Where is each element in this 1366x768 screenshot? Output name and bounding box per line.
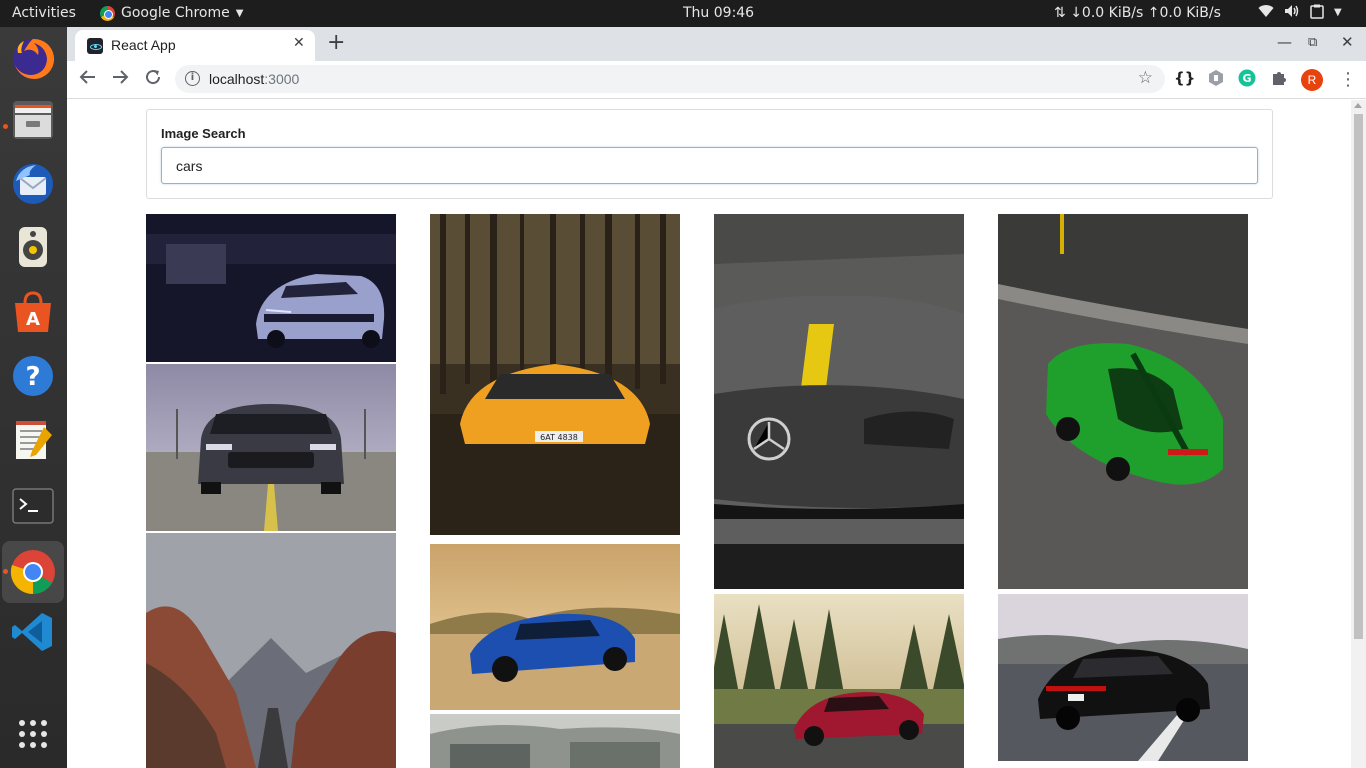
power-menu-chevron-icon: ▼: [1334, 7, 1342, 18]
car-photo-image: [146, 214, 396, 362]
text-editor-icon[interactable]: [10, 417, 56, 463]
car-photo-image: [998, 214, 1248, 589]
address-bar[interactable]: i localhost:3000 ☆: [175, 65, 1165, 93]
bookmark-star-icon[interactable]: ☆: [1138, 68, 1153, 88]
grammarly-icon[interactable]: G: [1238, 69, 1256, 91]
forward-arrow-icon[interactable]: [111, 68, 129, 91]
software-center-icon[interactable]: A: [10, 289, 56, 335]
activities-button[interactable]: Activities: [12, 5, 76, 21]
profile-avatar[interactable]: R: [1301, 69, 1323, 91]
reload-icon[interactable]: [144, 68, 162, 91]
car-photo-image: [430, 714, 680, 768]
chrome-icon: [100, 5, 115, 21]
running-indicator: [3, 124, 8, 129]
svg-text:A: A: [26, 309, 40, 330]
thunderbird-icon[interactable]: [10, 161, 56, 207]
back-arrow-icon[interactable]: [79, 68, 97, 91]
react-favicon-icon: [87, 38, 103, 54]
chrome-window: React App ✕ + — ⧉ ✕ i localhost:3000 ☆ {…: [67, 27, 1366, 768]
terminal-icon[interactable]: [10, 483, 56, 529]
url-text[interactable]: localhost:3000: [209, 71, 299, 87]
photo-card[interactable]: [998, 594, 1248, 761]
system-top-bar: Activities Google Chrome ▼ Thu 09:46 ⇅ ↓…: [0, 0, 1366, 27]
app-menu[interactable]: Google Chrome ▼: [100, 5, 243, 21]
car-photo-image: [714, 594, 964, 768]
image-search-input[interactable]: [161, 147, 1258, 184]
vscode-icon[interactable]: [10, 609, 56, 655]
car-photo-image: [714, 214, 964, 589]
ubuntu-dock: A ?: [0, 27, 67, 768]
scrollbar-thumb[interactable]: [1354, 114, 1363, 639]
photo-card[interactable]: [998, 214, 1248, 589]
hexagon-extension-icon[interactable]: [1208, 69, 1224, 91]
photo-card[interactable]: [146, 214, 396, 362]
svg-text:6AT 4838: 6AT 4838: [540, 433, 578, 442]
image-search-label: Image Search: [161, 126, 246, 141]
clipboard-icon: [1310, 4, 1324, 23]
scroll-up-arrow-icon[interactable]: [1354, 103, 1362, 108]
car-photo-image: 6AT 4838: [430, 214, 680, 535]
chrome-dock-icon[interactable]: [2, 541, 64, 603]
help-icon[interactable]: ?: [10, 353, 56, 399]
minimize-icon[interactable]: —: [1277, 33, 1292, 51]
new-tab-button[interactable]: +: [327, 30, 345, 55]
car-photo-image: [998, 594, 1248, 761]
file-manager-icon[interactable]: [10, 97, 56, 143]
car-photo-image: [430, 544, 680, 710]
svg-text:G: G: [1242, 72, 1251, 85]
svg-text:?: ?: [25, 362, 40, 392]
browser-toolbar: i localhost:3000 ☆ {} G R ⋮: [67, 61, 1366, 99]
road-canyon-image: [146, 533, 396, 768]
photo-card[interactable]: [714, 594, 964, 768]
close-tab-icon[interactable]: ✕: [293, 35, 305, 51]
page-viewport: Image Search cars 6AT 4838: [67, 100, 1351, 768]
wifi-icon: [1258, 4, 1274, 23]
tab-react-app[interactable]: React App ✕: [75, 30, 315, 61]
search-card: Image Search: [146, 109, 1273, 199]
site-info-icon[interactable]: i: [185, 71, 200, 86]
photo-card[interactable]: [430, 544, 680, 710]
system-tray[interactable]: ▼: [1258, 4, 1342, 23]
volume-icon: [1284, 4, 1300, 23]
show-apps-icon[interactable]: [10, 711, 56, 757]
photo-card[interactable]: [146, 533, 396, 768]
app-menu-label: Google Chrome: [121, 5, 230, 21]
tab-title: React App: [111, 37, 176, 53]
network-speed: ⇅ ↓0.0 KiB/s ↑0.0 KiB/s: [1054, 5, 1221, 21]
rhythmbox-icon[interactable]: [10, 224, 56, 270]
firefox-icon[interactable]: [10, 35, 56, 81]
json-extension-icon[interactable]: {}: [1174, 69, 1195, 87]
photo-card[interactable]: [430, 714, 680, 768]
photo-card[interactable]: [714, 214, 964, 589]
page-scrollbar[interactable]: [1351, 100, 1366, 768]
restore-icon[interactable]: ⧉: [1308, 35, 1317, 50]
extensions-puzzle-icon[interactable]: [1270, 69, 1288, 91]
clock[interactable]: Thu 09:46: [683, 5, 754, 21]
close-window-icon[interactable]: ✕: [1341, 33, 1354, 51]
transfer-icon: ⇅: [1054, 5, 1071, 21]
car-photo-image: [146, 364, 396, 531]
menu-kebab-icon[interactable]: ⋮: [1339, 69, 1357, 90]
photo-card[interactable]: [146, 364, 396, 531]
tab-strip: React App ✕ + — ⧉ ✕: [67, 27, 1366, 61]
photo-card[interactable]: 6AT 4838: [430, 214, 680, 535]
running-indicator: [3, 569, 8, 574]
chevron-down-icon: ▼: [235, 7, 244, 19]
